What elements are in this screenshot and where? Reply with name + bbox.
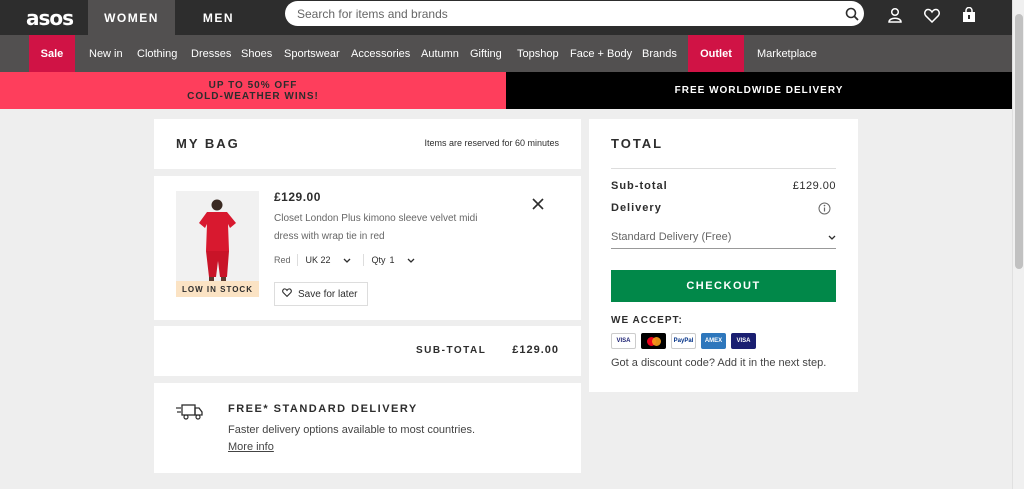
nav-item-gifting[interactable]: Gifting — [470, 35, 502, 72]
amex-icon: AMEX — [701, 333, 726, 349]
total-divider — [611, 168, 836, 169]
nav-item-shoes[interactable]: Shoes — [241, 35, 272, 72]
item-price: £129.00 — [274, 190, 321, 204]
visa-icon: VISA — [611, 333, 636, 349]
bag-subtotal-label: SUB-TOTAL — [416, 345, 487, 356]
item-name[interactable]: Closet London Plus kimono sleeve velvet … — [274, 210, 514, 246]
reserved-note: Items are reserved for 60 minutes — [424, 138, 559, 148]
nav-item-accessories[interactable]: Accessories — [351, 35, 410, 72]
size-select[interactable]: UK 22 — [306, 255, 351, 265]
delivery-text: Faster delivery options available to mos… — [228, 424, 476, 436]
nav-item-outlet[interactable]: Outlet — [688, 35, 744, 72]
qty-select[interactable]: Qty 1 — [372, 255, 415, 265]
saved-items-icon[interactable] — [922, 5, 942, 25]
delivery-info-card: FREE* STANDARD DELIVERY Faster delivery … — [154, 383, 581, 473]
item-options: Red UK 22 Qty 1 — [274, 254, 415, 266]
nav-item-sportswear[interactable]: Sportswear — [284, 35, 340, 72]
tab-men[interactable]: MEN — [175, 0, 262, 35]
bag-icon[interactable] — [959, 5, 979, 25]
bag-header-card: MY BAG Items are reserved for 60 minutes — [154, 119, 581, 169]
search-icon[interactable] — [839, 1, 864, 26]
nav-item-autumn[interactable]: Autumn — [421, 35, 459, 72]
item-color: Red — [274, 255, 291, 265]
qty-value: 1 — [389, 255, 395, 265]
size-chevron-down-icon — [343, 255, 351, 265]
nav-item-new-in[interactable]: New in — [89, 35, 123, 72]
more-info-link[interactable]: More info — [228, 441, 274, 453]
promo-banner-sale[interactable]: UP TO 50% OFF COLD-WEATHER WINS! — [0, 72, 506, 109]
total-card: TOTAL Sub-total £129.00 Delivery Standar… — [589, 119, 858, 392]
tab-women[interactable]: WOMEN — [88, 0, 175, 35]
low-stock-badge: LOW IN STOCK — [176, 281, 259, 297]
mastercard-icon — [641, 333, 666, 349]
page-scrollbar[interactable] — [1012, 0, 1024, 489]
delivery-info-icon[interactable] — [818, 202, 831, 220]
size-value: UK 22 — [305, 255, 331, 265]
promo-banner-delivery[interactable]: FREE WORLDWIDE DELIVERY — [506, 72, 1012, 109]
remove-item-close-icon[interactable] — [531, 197, 545, 211]
item-name-line-1: Closet London Plus kimono sleeve velvet … — [274, 213, 478, 224]
we-accept-label: WE ACCEPT: — [611, 315, 683, 326]
nav-item-clothing[interactable]: Clothing — [137, 35, 177, 72]
paypal-icon: PayPal — [671, 333, 696, 349]
bag-subtotal-value: £129.00 — [512, 344, 559, 356]
total-subtotal-label: Sub-total — [611, 180, 668, 192]
promo-line-2: COLD-WEATHER WINS! — [187, 91, 319, 102]
checkout-button[interactable]: CHECKOUT — [611, 270, 836, 302]
qty-label: Qty — [371, 255, 386, 265]
delivery-option-value: Standard Delivery (Free) — [611, 230, 732, 243]
visa-electron-icon: VISA — [731, 333, 756, 349]
scrollbar-thumb[interactable] — [1015, 14, 1023, 269]
heart-icon — [282, 288, 292, 300]
item-name-line-2: dress with wrap tie in red — [274, 231, 385, 242]
asos-logo[interactable]: asos — [0, 0, 88, 35]
bag-title: MY BAG — [176, 136, 240, 151]
delivery-truck-icon — [176, 404, 204, 425]
discount-note: Got a discount code? Add it in the next … — [611, 357, 827, 369]
top-header: asos WOMEN MEN Search for items and bran… — [0, 0, 1012, 35]
delivery-option-select[interactable]: Standard Delivery (Free) — [611, 225, 836, 249]
category-nav: Sale New in Clothing Dresses Shoes Sport… — [0, 35, 1012, 72]
nav-item-topshop[interactable]: Topshop — [517, 35, 559, 72]
search-input[interactable]: Search for items and brands — [285, 1, 864, 26]
bag-item-card: LOW IN STOCK £129.00 Closet London Plus … — [154, 176, 581, 320]
total-delivery-label: Delivery — [611, 202, 662, 214]
bag-subtotal-card: SUB-TOTAL £129.00 — [154, 326, 581, 376]
nav-item-marketplace[interactable]: Marketplace — [757, 35, 817, 72]
promo-line-1: UP TO 50% OFF — [208, 80, 298, 91]
nav-item-face-body[interactable]: Face + Body — [570, 35, 632, 72]
nav-item-dresses[interactable]: Dresses — [191, 35, 231, 72]
nav-item-sale[interactable]: Sale — [29, 35, 75, 72]
total-subtotal-value: £129.00 — [792, 180, 836, 192]
save-for-later-button[interactable]: Save for later — [274, 282, 368, 306]
delivery-title: FREE* STANDARD DELIVERY — [228, 403, 418, 415]
qty-chevron-down-icon — [407, 255, 415, 265]
save-for-later-label: Save for later — [298, 288, 358, 300]
total-title: TOTAL — [611, 136, 664, 151]
delivery-chevron-down-icon — [828, 231, 836, 243]
search-placeholder: Search for items and brands — [297, 6, 448, 21]
nav-item-brands[interactable]: Brands — [642, 35, 677, 72]
account-icon[interactable] — [885, 5, 905, 25]
